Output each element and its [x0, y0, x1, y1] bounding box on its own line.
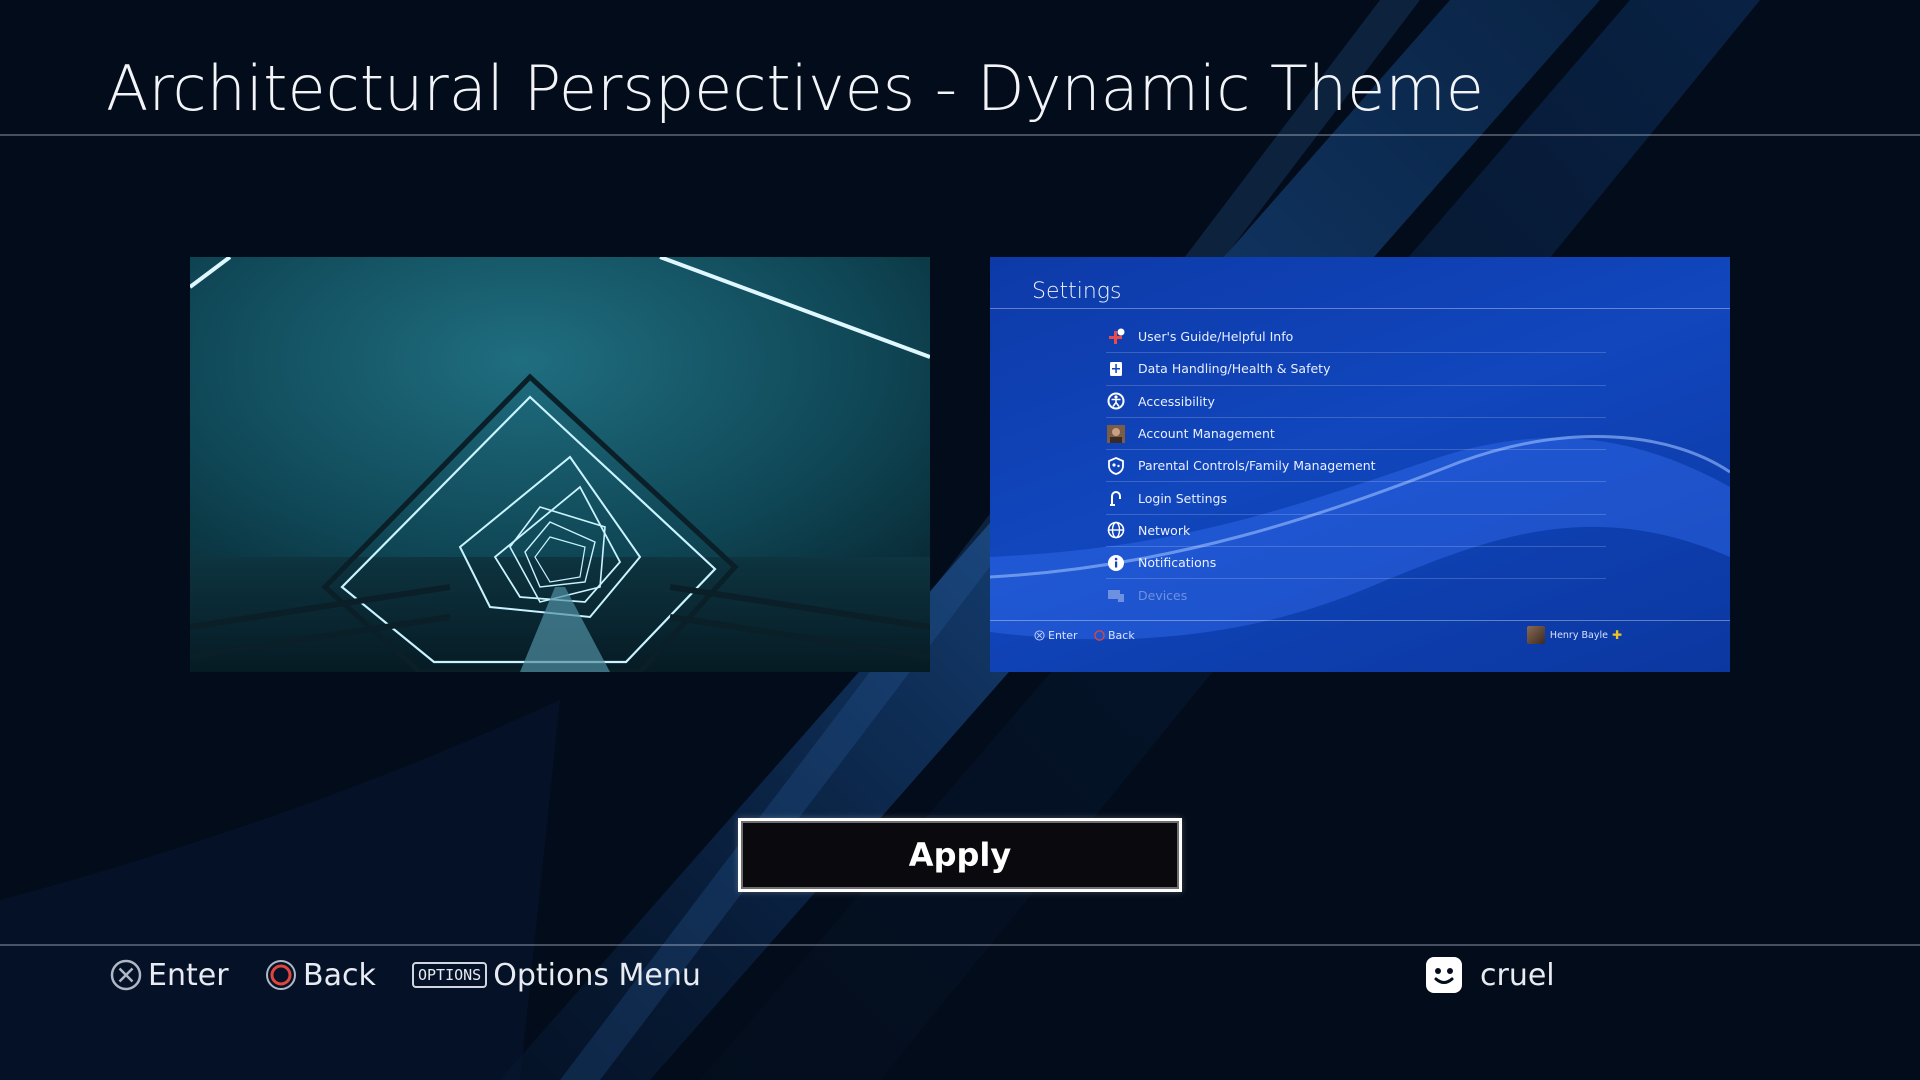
- account-avatar-icon: [1106, 424, 1126, 444]
- page-title: Architectural Perspectives - Dynamic The…: [106, 52, 1484, 125]
- hint-enter[interactable]: Enter: [110, 952, 229, 998]
- bottom-divider: [0, 944, 1920, 946]
- data-handling-icon: [1106, 359, 1126, 379]
- settings-item-accessibility: Accessibility: [1106, 386, 1606, 418]
- notifications-info-icon: [1106, 553, 1126, 573]
- hint-back-label: Back: [303, 957, 376, 993]
- accessibility-icon: [1106, 391, 1126, 411]
- apply-button[interactable]: Apply: [738, 818, 1182, 892]
- settings-user: Henry Bayle ✚: [1526, 625, 1622, 645]
- settings-item-label: Network: [1138, 522, 1191, 538]
- settings-item-label: Data Handling/Health & Safety: [1138, 361, 1331, 377]
- avatar: [1526, 626, 1545, 644]
- hint-options-label: Options Menu: [493, 957, 701, 993]
- user-name: cruel: [1480, 957, 1555, 993]
- hint-back[interactable]: Back: [265, 952, 376, 998]
- settings-item-parental-controls: Parental Controls/Family Management: [1106, 450, 1606, 483]
- theme-preview-settings: Settings User's Guide/Helpful Info Data …: [990, 257, 1730, 672]
- bridge-tunnel-image: [190, 257, 930, 672]
- settings-item-label: Accessibility: [1138, 393, 1215, 409]
- settings-footer-divider: [990, 620, 1730, 621]
- settings-item-label: Account Management: [1138, 426, 1275, 442]
- circle-button-icon: [266, 960, 296, 990]
- cross-button-icon: [1034, 629, 1045, 641]
- user-profile: cruel: [1426, 952, 1555, 998]
- settings-item-users-guide: User's Guide/Helpful Info: [1106, 321, 1606, 354]
- hint-options-menu[interactable]: OPTIONS Options Menu: [412, 952, 701, 998]
- settings-item-network: Network: [1106, 515, 1606, 548]
- settings-item-data-handling: Data Handling/Health & Safety: [1106, 353, 1606, 386]
- login-settings-icon: [1106, 488, 1126, 508]
- settings-item-label: Devices: [1138, 588, 1188, 604]
- settings-item-account-management: Account Management: [1106, 418, 1606, 451]
- settings-list: User's Guide/Helpful Info Data Handling/…: [1106, 321, 1606, 612]
- top-divider: [0, 134, 1920, 136]
- circle-button-icon: [1094, 629, 1105, 641]
- settings-item-label: User's Guide/Helpful Info: [1138, 329, 1294, 345]
- network-globe-icon: [1106, 520, 1126, 540]
- settings-hint-enter: Enter: [1034, 625, 1078, 645]
- parental-controls-icon: [1106, 456, 1126, 476]
- settings-title: Settings: [1032, 279, 1122, 304]
- settings-item-login-settings: Login Settings: [1106, 482, 1606, 515]
- settings-item-label: Login Settings: [1138, 490, 1227, 506]
- devices-icon: [1106, 586, 1126, 606]
- cross-button-icon: [110, 959, 142, 991]
- settings-hint-back: Back: [1094, 625, 1135, 645]
- hint-enter-label: Enter: [148, 957, 229, 993]
- settings-item-devices: Devices: [1106, 579, 1606, 611]
- settings-item-label: Notifications: [1138, 555, 1217, 571]
- settings-title-divider: [990, 308, 1730, 309]
- options-key-icon: OPTIONS: [412, 962, 488, 988]
- theme-preview-image: [190, 257, 930, 672]
- plus-icon: ✚: [1611, 628, 1622, 642]
- settings-item-label: Parental Controls/Family Management: [1138, 458, 1376, 474]
- settings-item-notifications: Notifications: [1106, 547, 1606, 580]
- smiley-avatar-icon: [1426, 957, 1462, 993]
- helpful-info-icon: [1106, 327, 1126, 347]
